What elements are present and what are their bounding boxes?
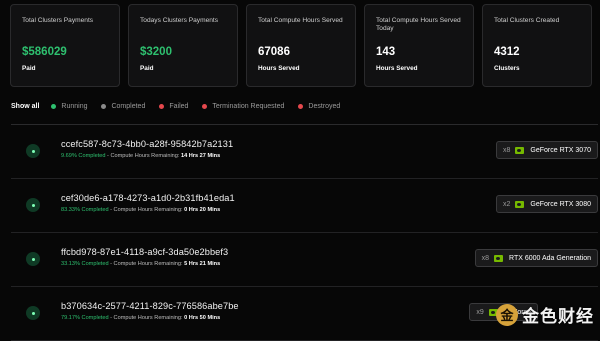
cluster-progress: 9.69% Completed - Compute Hours Remainin… bbox=[61, 153, 220, 159]
stat-title: Todays Clusters Payments bbox=[140, 17, 219, 24]
stat-card-total-hours: Total Compute Hours Served 67086 Hours S… bbox=[246, 4, 356, 87]
watermark: 金 金色财经 bbox=[496, 302, 594, 327]
stat-value: $3200 bbox=[140, 46, 172, 58]
nvidia-icon bbox=[515, 200, 525, 208]
gpu-multiplier: x2 bbox=[503, 200, 511, 208]
filter-termination-requested[interactable]: Termination Requested bbox=[202, 103, 284, 110]
running-status-icon bbox=[26, 306, 40, 320]
status-dot bbox=[159, 103, 165, 109]
status-filter-bar: Show all Running Completed Failed Termin… bbox=[11, 100, 354, 112]
status-dot bbox=[298, 103, 304, 109]
filter-label: Completed bbox=[111, 102, 146, 110]
filter-label: Destroyed bbox=[308, 102, 341, 110]
stat-card-hours-today: Total Compute Hours Served Today 143 Hou… bbox=[364, 4, 474, 87]
cluster-row[interactable]: ffcbd978-87e1-4118-a9cf-3da50e2bbef3 33.… bbox=[11, 233, 598, 287]
gpu-multiplier: x8 bbox=[481, 254, 490, 262]
cluster-id: cef30de6-a178-4273-a1d0-2b31fb41eda1 bbox=[61, 193, 235, 203]
cluster-id: b370634c-2577-4211-829c-776586abe7be bbox=[61, 301, 239, 311]
stat-card-total-payments: Total Clusters Payments $586029 Paid bbox=[10, 4, 120, 87]
remaining-label: - Compute Hours Remaining: bbox=[108, 207, 185, 213]
stat-sub: Paid bbox=[140, 65, 154, 72]
completed-percent: 9.69% Completed bbox=[61, 153, 106, 159]
stat-card-todays-payments: Todays Clusters Payments $3200 Paid bbox=[128, 4, 238, 87]
cluster-row[interactable]: cef30de6-a178-4273-a1d0-2b31fb41eda1 83.… bbox=[11, 179, 598, 233]
filter-label: Termination Requested bbox=[212, 102, 285, 110]
nvidia-icon bbox=[515, 146, 525, 154]
stat-sub: Paid bbox=[22, 65, 36, 72]
cluster-id: ffcbd978-87e1-4118-a9cf-3da50e2bbef3 bbox=[61, 247, 229, 257]
stat-title: Total Compute Hours Served bbox=[258, 17, 343, 24]
stat-title: Total Compute Hours Served Today bbox=[376, 17, 461, 32]
cluster-progress: 83.33% Completed - Compute Hours Remaini… bbox=[61, 207, 220, 213]
cluster-progress: 79.17% Completed - Compute Hours Remaini… bbox=[61, 315, 220, 321]
gpu-name: GeForce RTX 3080 bbox=[530, 200, 591, 208]
stat-sub: Hours Served bbox=[376, 65, 418, 72]
remaining-value: 0 Hrs 50 Mins bbox=[184, 315, 221, 321]
stat-card-clusters-created: Total Clusters Created 4312 Clusters bbox=[482, 4, 592, 87]
stat-value: $586029 bbox=[22, 46, 67, 58]
stat-title: Total Clusters Payments bbox=[22, 17, 94, 24]
running-status-icon bbox=[26, 198, 40, 212]
stat-value: 67086 bbox=[258, 46, 290, 58]
watermark-text: 金色财经 bbox=[522, 307, 594, 326]
stat-title: Total Clusters Created bbox=[494, 17, 560, 24]
gpu-badge[interactable]: x2 GeForce RTX 3080 bbox=[496, 195, 598, 213]
cluster-id: ccefc587-8c73-4bb0-a28f-95842b7a2131 bbox=[61, 139, 234, 149]
running-status-icon bbox=[26, 252, 40, 266]
completed-percent: 83.33% Completed bbox=[61, 207, 109, 213]
stat-value: 4312 bbox=[494, 46, 520, 58]
completed-percent: 79.17% Completed bbox=[61, 315, 109, 321]
filter-show-all[interactable]: Show all bbox=[11, 103, 39, 110]
remaining-label: - Compute Hours Remaining: bbox=[105, 153, 182, 159]
gpu-name: RTX 6000 Ada Generation bbox=[509, 254, 591, 262]
status-dot bbox=[202, 103, 208, 109]
jinse-logo-icon: 金 bbox=[496, 303, 518, 326]
remaining-value: 14 Hrs 27 Mins bbox=[181, 153, 221, 159]
filter-label: Running bbox=[61, 102, 88, 110]
remaining-value: 5 Hrs 21 Mins bbox=[184, 261, 221, 267]
remaining-value: 0 Hrs 20 Mins bbox=[184, 207, 221, 213]
filter-failed[interactable]: Failed bbox=[159, 103, 188, 110]
nvidia-icon bbox=[494, 254, 504, 262]
stat-sub: Hours Served bbox=[258, 65, 300, 72]
gpu-badge[interactable]: x8 GeForce RTX 3070 bbox=[496, 141, 598, 159]
gpu-name: GeForce RTX 3070 bbox=[530, 146, 591, 154]
remaining-label: - Compute Hours Remaining: bbox=[108, 315, 185, 321]
gpu-multiplier: x8 bbox=[503, 146, 511, 154]
status-dot bbox=[51, 103, 57, 109]
filter-running[interactable]: Running bbox=[51, 103, 87, 110]
status-dot bbox=[101, 103, 107, 109]
filter-label: Failed bbox=[169, 102, 189, 110]
filter-completed[interactable]: Completed bbox=[101, 103, 145, 110]
stat-sub: Clusters bbox=[494, 65, 520, 72]
gpu-badge[interactable]: x8 RTX 6000 Ada Generation bbox=[474, 249, 598, 267]
stat-value: 143 bbox=[376, 46, 396, 58]
remaining-label: - Compute Hours Remaining: bbox=[108, 261, 185, 267]
gpu-multiplier: x9 bbox=[476, 308, 484, 316]
completed-percent: 33.13% Completed bbox=[61, 261, 109, 267]
filter-destroyed[interactable]: Destroyed bbox=[298, 103, 340, 110]
running-status-icon bbox=[26, 144, 40, 158]
cluster-progress: 33.13% Completed - Compute Hours Remaini… bbox=[61, 261, 220, 267]
cluster-row[interactable]: ccefc587-8c73-4bb0-a28f-95842b7a2131 9.6… bbox=[11, 125, 598, 179]
